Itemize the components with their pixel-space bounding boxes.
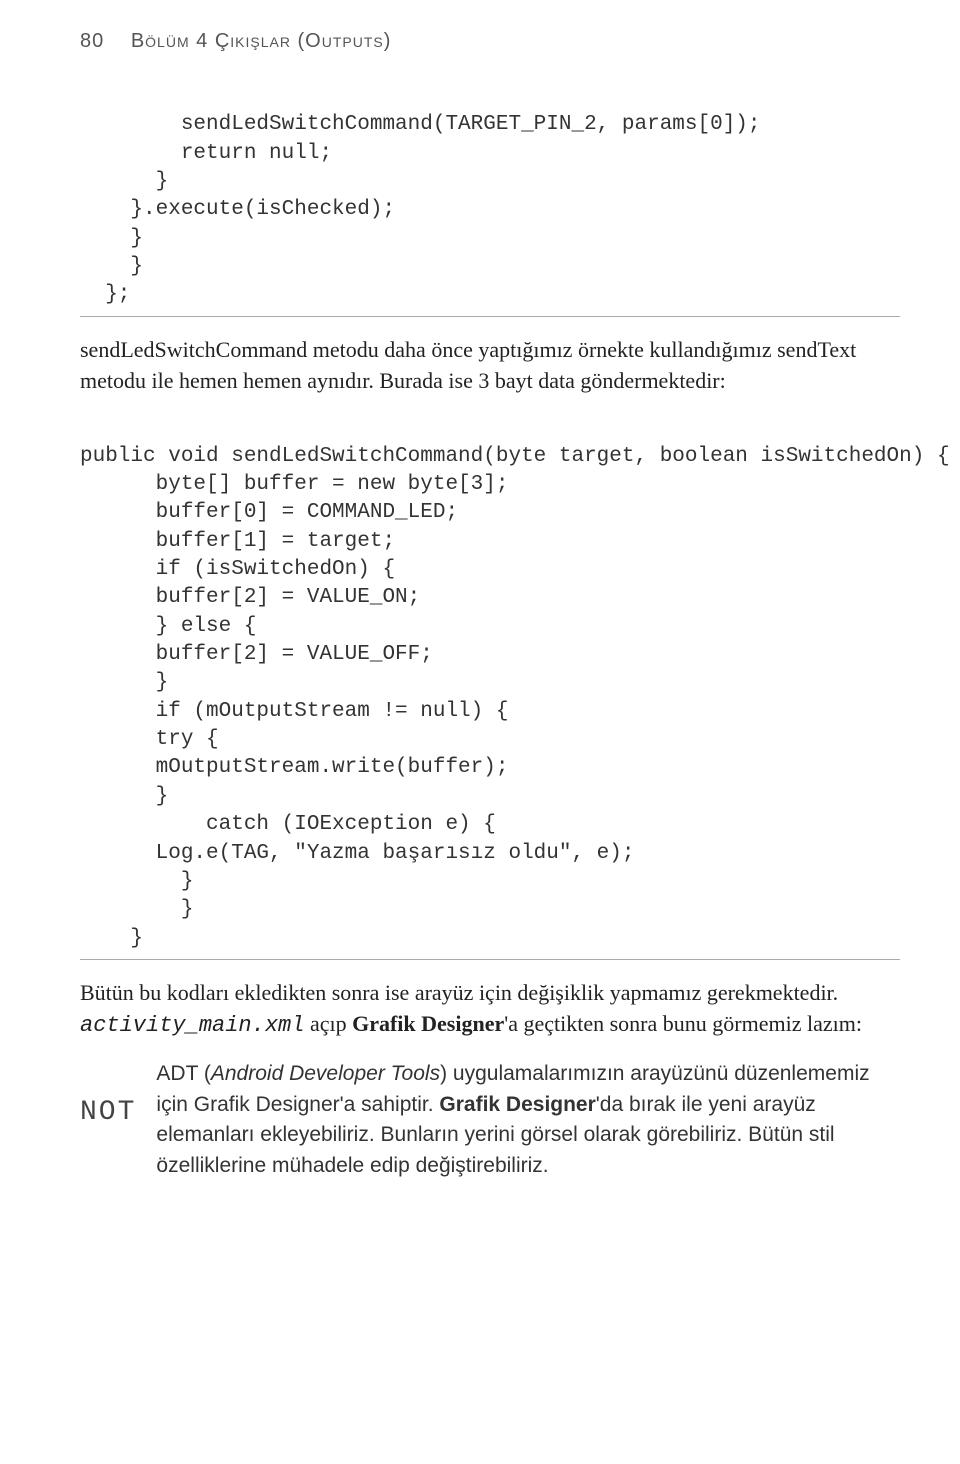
para2-mono: activity_main.xml <box>80 1013 304 1038</box>
code-line: } <box>80 927 143 950</box>
code-line: } <box>80 785 168 808</box>
note-italic: Android Developer Tools <box>211 1062 440 1085</box>
code-line: public void sendLedSwitchCommand(byte ta… <box>80 445 950 468</box>
code-line: sendLedSwitchCommand(TARGET_PIN_2, param… <box>80 113 761 136</box>
note-text-a: ADT ( <box>156 1062 210 1085</box>
page-content: 80 Bölüm 4 Çıkışlar (Outputs) sendLedSwi… <box>0 0 960 1221</box>
code-line: if (mOutputStream != null) { <box>80 700 508 723</box>
code-block-2: public void sendLedSwitchCommand(byte ta… <box>80 414 900 960</box>
code-line: catch (IOException e) { <box>80 813 496 836</box>
code-line: try { <box>80 728 219 751</box>
paragraph-text: sendLedSwitchCommand metodu daha önce ya… <box>80 337 856 393</box>
code-line: mOutputStream.write(buffer); <box>80 756 508 779</box>
code-line: } <box>80 898 193 921</box>
note-bold: Grafik Designer <box>439 1093 595 1116</box>
paragraph-2: Bütün bu kodları ekledikten sonra ise ar… <box>80 978 900 1042</box>
code-line: } <box>80 255 143 278</box>
page-number: 80 <box>80 30 104 52</box>
note-tag: NOT <box>80 1059 136 1128</box>
note-body: ADT (Android Developer Tools) uygulamala… <box>156 1059 900 1181</box>
chapter-title: Bölüm 4 Çıkışlar (Outputs) <box>131 30 392 52</box>
code-line: } else { <box>80 615 256 638</box>
code-line: }.execute(isChecked); <box>80 198 395 221</box>
code-line: } <box>80 671 168 694</box>
paragraph-1: sendLedSwitchCommand metodu daha önce ya… <box>80 335 900 397</box>
code-line: Log.e(TAG, "Yazma başarısız oldu", e); <box>80 842 635 865</box>
code-line: return null; <box>80 142 332 165</box>
para2-bold: Grafik Designer <box>352 1011 504 1036</box>
code-line: } <box>80 227 143 250</box>
para2-text-a: Bütün bu kodları ekledikten sonra ise ar… <box>80 980 838 1005</box>
code-line: buffer[2] = VALUE_OFF; <box>80 643 433 666</box>
code-block-1: sendLedSwitchCommand(TARGET_PIN_2, param… <box>80 83 900 317</box>
code-line: buffer[0] = COMMAND_LED; <box>80 501 458 524</box>
code-line: } <box>80 870 193 893</box>
code-line: byte[] buffer = new byte[3]; <box>80 473 508 496</box>
code-line: }; <box>80 283 130 306</box>
para2-text-b: açıp <box>304 1011 352 1036</box>
para2-text-c: 'a geçtikten sonra bunu görmemiz lazım: <box>504 1011 862 1036</box>
code-line: if (isSwitchedOn) { <box>80 558 395 581</box>
code-line: buffer[1] = target; <box>80 530 395 553</box>
page-header: 80 Bölüm 4 Çıkışlar (Outputs) <box>80 30 900 53</box>
code-line: } <box>80 170 168 193</box>
note-block: NOT ADT (Android Developer Tools) uygula… <box>80 1059 900 1181</box>
code-line: buffer[2] = VALUE_ON; <box>80 586 420 609</box>
